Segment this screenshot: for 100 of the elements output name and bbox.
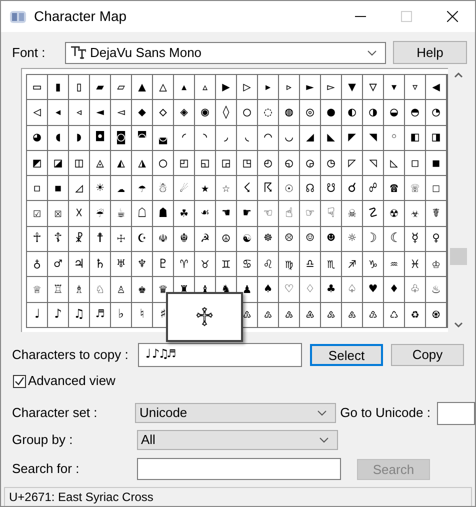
character-cell[interactable]: ♉ <box>195 252 215 276</box>
character-cell[interactable]: ♎ <box>300 252 320 276</box>
character-cell[interactable]: ☉ <box>279 176 299 200</box>
character-cell[interactable]: ◭ <box>111 150 131 176</box>
character-cell[interactable]: ♷ <box>321 302 341 327</box>
character-cell[interactable]: ▷ <box>237 75 257 100</box>
character-cell[interactable]: ♢ <box>300 277 320 302</box>
character-cell[interactable]: ▲ <box>132 75 152 100</box>
character-cell[interactable]: ◔ <box>426 100 446 125</box>
character-cell[interactable]: ☋ <box>321 176 341 200</box>
character-cell[interactable]: ◸ <box>342 150 362 176</box>
character-cell[interactable]: ◤ <box>342 126 362 150</box>
character-cell[interactable]: ♡ <box>279 277 299 302</box>
character-cell[interactable]: ▭ <box>27 75 47 100</box>
character-cell[interactable]: ◟ <box>237 126 257 150</box>
character-cell[interactable]: ◐ <box>342 100 362 125</box>
character-cell[interactable]: ▻ <box>321 75 341 100</box>
character-cell[interactable]: ☩ <box>111 226 131 252</box>
character-cell[interactable]: ◡ <box>279 126 299 150</box>
character-cell[interactable]: ☥ <box>27 226 47 252</box>
character-cell[interactable]: ♗ <box>69 277 89 302</box>
character-cell[interactable]: ☡ <box>363 201 383 226</box>
character-cell[interactable]: ☸ <box>258 226 278 252</box>
character-cell[interactable]: ☠ <box>342 201 362 226</box>
character-cell[interactable]: ♂ <box>48 252 68 276</box>
character-cell[interactable]: ◰ <box>174 150 194 176</box>
character-cell[interactable]: ☁ <box>111 176 131 200</box>
character-cell[interactable]: ◍ <box>279 100 299 125</box>
character-cell[interactable]: ☦ <box>48 226 68 252</box>
character-cell[interactable]: ☚ <box>216 201 236 226</box>
character-cell[interactable]: ☐ <box>426 176 446 200</box>
character-cell[interactable]: ◺ <box>384 150 404 176</box>
character-cell[interactable]: ◛ <box>153 126 173 150</box>
character-cell[interactable]: ▴ <box>174 75 194 100</box>
character-cell[interactable]: ♤ <box>342 277 362 302</box>
character-cell[interactable]: ◉ <box>195 100 215 125</box>
character-cell[interactable]: ◹ <box>363 150 383 176</box>
character-cell[interactable]: ◖ <box>48 126 68 150</box>
character-cell[interactable]: ☞ <box>300 201 320 226</box>
character-cell[interactable]: ☜ <box>258 201 278 226</box>
character-cell[interactable]: ♅ <box>111 252 131 276</box>
character-cell[interactable]: ♘ <box>90 277 110 302</box>
character-cell[interactable]: ◒ <box>384 100 404 125</box>
character-cell[interactable]: ☮ <box>216 226 236 252</box>
character-cell[interactable]: ◊ <box>216 100 236 125</box>
character-cell[interactable]: ▱ <box>111 75 131 100</box>
character-cell[interactable]: ▵ <box>195 75 215 100</box>
character-cell[interactable]: ☆ <box>216 176 236 200</box>
character-cell[interactable]: ♪ <box>48 302 68 327</box>
character-cell[interactable]: ☫ <box>153 226 173 252</box>
character-cell[interactable]: ▹ <box>279 75 299 100</box>
character-cell[interactable]: ▾ <box>384 75 404 100</box>
character-cell[interactable]: ◽ <box>27 176 47 200</box>
character-cell[interactable]: ◘ <box>90 126 110 150</box>
character-cell[interactable]: ♫ <box>69 302 89 327</box>
character-cell[interactable]: ▶ <box>216 75 236 100</box>
character-cell[interactable]: ♩ <box>27 302 47 327</box>
character-cell[interactable]: ◴ <box>258 150 278 176</box>
character-cell[interactable]: ♇ <box>153 252 173 276</box>
character-cell[interactable]: ◷ <box>321 150 341 176</box>
character-cell[interactable]: ♬ <box>90 302 110 327</box>
scrollbar-thumb[interactable] <box>450 248 466 265</box>
character-cell[interactable]: ☖ <box>132 201 152 226</box>
character-cell[interactable]: ♚ <box>132 277 152 302</box>
character-cell[interactable]: ◿ <box>69 176 89 200</box>
character-cell[interactable]: ☻ <box>321 226 341 252</box>
character-cell[interactable]: ☽ <box>363 226 383 252</box>
character-cell[interactable]: ☃ <box>153 176 173 200</box>
go-to-unicode-field[interactable] <box>437 402 475 424</box>
character-cell[interactable]: ◝ <box>195 126 215 150</box>
checkbox[interactable] <box>13 374 26 388</box>
character-cell[interactable]: ◦ <box>384 126 404 150</box>
group-by-dropdown[interactable]: All <box>137 430 338 450</box>
character-cell[interactable]: ▰ <box>90 75 110 100</box>
character-cell[interactable]: ◅ <box>111 100 131 125</box>
character-cell[interactable]: ◂ <box>48 100 68 125</box>
character-cell[interactable]: ☓ <box>69 201 89 226</box>
character-cell[interactable]: ☬ <box>174 226 194 252</box>
character-cell[interactable]: ▸ <box>258 75 278 100</box>
character-cell[interactable]: ☂ <box>132 176 152 200</box>
character-cell[interactable]: ♁ <box>27 252 47 276</box>
character-cell[interactable]: ◇ <box>153 100 173 125</box>
character-cell[interactable]: ☇ <box>237 176 257 200</box>
character-cell[interactable]: ☄ <box>174 176 194 200</box>
character-cell[interactable]: ♧ <box>405 277 425 302</box>
character-cell[interactable]: ☑ <box>27 201 47 226</box>
character-cell[interactable]: ◎ <box>300 100 320 125</box>
character-cell[interactable]: ◑ <box>363 100 383 125</box>
character-cell[interactable]: ◮ <box>132 150 152 176</box>
character-cell[interactable]: ◥ <box>363 126 383 150</box>
character-cell[interactable]: ◢ <box>300 126 320 150</box>
character-cell[interactable]: ♋ <box>237 252 257 276</box>
character-cell[interactable]: ◼ <box>426 150 446 176</box>
character-cell[interactable]: ♣ <box>321 277 341 302</box>
character-cell[interactable]: ☀ <box>90 176 110 200</box>
help-button[interactable]: Help <box>393 41 467 64</box>
character-cell[interactable]: ♏ <box>321 252 341 276</box>
character-cell[interactable]: ◞ <box>216 126 236 150</box>
character-cell[interactable]: ◈ <box>174 100 194 125</box>
character-cell[interactable]: ☺ <box>300 226 320 252</box>
